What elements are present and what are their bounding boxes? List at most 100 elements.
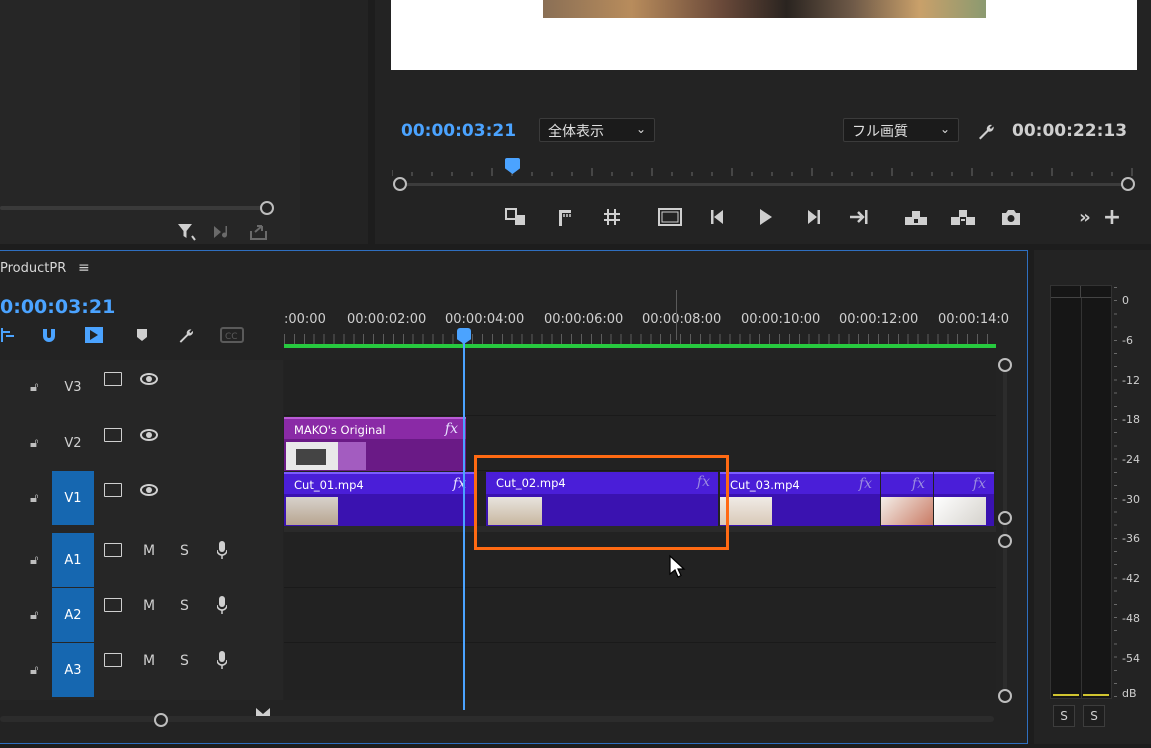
lift-icon[interactable] — [902, 205, 930, 229]
clip-makos-original[interactable]: MAKO's Original fx — [284, 417, 466, 471]
solo-right-button[interactable]: S — [1083, 705, 1105, 727]
annotation-highlight-box — [474, 455, 729, 550]
add-marker-icon[interactable] — [503, 205, 531, 229]
audio-only-icon[interactable] — [212, 222, 234, 242]
lock-icon[interactable]: 🔓︎ — [30, 553, 44, 569]
microphone-icon[interactable] — [216, 541, 228, 559]
fx-badge[interactable]: fx — [973, 476, 986, 492]
mute-button[interactable]: M — [143, 653, 155, 669]
collapse-tracks-icon[interactable] — [255, 702, 271, 716]
chevron-down-icon: ⌄ — [939, 122, 950, 136]
fx-badge[interactable]: fx — [859, 476, 872, 492]
play-icon[interactable] — [751, 205, 779, 229]
sync-lock-film-icon[interactable] — [104, 543, 122, 557]
eye-icon[interactable] — [140, 429, 158, 441]
mark-in-icon[interactable] — [551, 205, 579, 229]
timeline-horizontal-scrollbar[interactable] — [0, 716, 994, 722]
track-headers: 🔓︎ V3 🔓︎ V2 🔓︎ V1 🔓︎ A1 M S 🔓︎ A2 M S 🔓︎… — [0, 360, 283, 700]
clip-5[interactable]: fx — [934, 472, 994, 526]
microphone-icon[interactable] — [216, 596, 228, 614]
lock-icon[interactable]: 🔓︎ — [30, 436, 44, 452]
monitor-zoom-bar[interactable] — [400, 183, 1128, 186]
project-scroll-handle[interactable] — [260, 201, 274, 215]
video-preview-image — [543, 0, 986, 18]
lock-icon[interactable]: 🔓︎ — [30, 380, 44, 396]
sync-lock-film-icon[interactable] — [104, 483, 122, 497]
lock-icon[interactable]: 🔓︎ — [30, 491, 44, 507]
nest-tool-icon[interactable] — [0, 324, 20, 346]
track-label-a1[interactable]: A1 — [52, 533, 94, 587]
zoom-level-select[interactable]: 全体表示 ⌄ — [539, 118, 655, 142]
step-back-icon[interactable] — [704, 205, 732, 229]
solo-left-button[interactable]: S — [1053, 705, 1075, 727]
track-label-a3[interactable]: A3 — [52, 643, 94, 697]
lock-icon[interactable]: 🔓︎ — [30, 663, 44, 679]
ruler-label: 00:00:04:00 — [445, 312, 525, 327]
timeline-time-ruler[interactable]: :00:00 00:00:02:00 00:00:04:00 00:00:06:… — [284, 312, 1009, 328]
vscroll-handle-mid[interactable] — [998, 511, 1012, 525]
mute-button[interactable]: M — [143, 543, 155, 559]
sync-lock-film-icon[interactable] — [104, 372, 122, 386]
vscroll-handle-audio[interactable] — [998, 534, 1012, 548]
track-label-v1[interactable]: V1 — [52, 471, 94, 525]
fx-badge[interactable]: fx — [445, 421, 458, 437]
timeline-settings-wrench-icon[interactable] — [174, 324, 198, 346]
eye-icon[interactable] — [140, 373, 158, 385]
solo-button[interactable]: S — [180, 653, 189, 669]
monitor-time-ruler[interactable] — [391, 158, 1136, 176]
panel-menu-icon[interactable]: ≡ — [78, 260, 90, 276]
hscroll-handle[interactable] — [154, 713, 168, 727]
captions-cc-icon[interactable]: CC — [220, 324, 244, 346]
sequence-tab-title[interactable]: ProductPR — [0, 261, 66, 276]
fx-badge[interactable]: fx — [912, 476, 925, 492]
solo-button[interactable]: S — [180, 543, 189, 559]
db-label: -30 — [1122, 493, 1140, 506]
vscroll-handle-bottom[interactable] — [998, 689, 1012, 703]
track-divider — [284, 415, 996, 416]
safe-margins-icon[interactable] — [656, 205, 684, 229]
eye-icon[interactable] — [140, 484, 158, 496]
add-marker-timeline-icon[interactable] — [130, 324, 154, 346]
mark-out-grid-icon[interactable] — [598, 205, 626, 229]
track-label-a2[interactable]: A2 — [52, 588, 94, 642]
clip-cut-01[interactable]: Cut_01.mp4 fx — [284, 472, 474, 526]
sync-lock-film-icon[interactable] — [104, 653, 122, 667]
sync-lock-film-icon[interactable] — [104, 598, 122, 612]
track-label-v2[interactable]: V2 — [52, 416, 94, 470]
linked-selection-icon[interactable] — [82, 324, 106, 346]
mute-button[interactable]: M — [143, 598, 155, 614]
ruler-ticks — [284, 334, 996, 344]
monitor-zoom-handle-right[interactable] — [1121, 177, 1135, 191]
timeline-playhead-line[interactable] — [463, 340, 465, 710]
export-frame-camera-icon[interactable] — [997, 205, 1025, 229]
more-controls-icon[interactable]: » — [1071, 205, 1099, 229]
wrench-settings-icon[interactable] — [975, 120, 997, 142]
solo-button[interactable]: S — [180, 598, 189, 614]
lock-icon[interactable]: 🔓︎ — [30, 608, 44, 624]
snap-magnet-icon[interactable] — [37, 324, 61, 346]
sync-lock-film-icon[interactable] — [104, 428, 122, 442]
extract-icon[interactable] — [949, 205, 977, 229]
vscroll-handle-top[interactable] — [998, 358, 1012, 372]
timeline-vertical-scrollbar[interactable] — [1003, 360, 1007, 700]
svg-text:CC: CC — [225, 332, 238, 342]
meter-peak-left — [1051, 286, 1081, 298]
go-to-out-icon[interactable] — [845, 205, 873, 229]
playhead-timecode[interactable]: 00:00:03:21 — [401, 121, 516, 141]
timeline-timecode[interactable]: 0:00:03:21 — [0, 296, 115, 318]
microphone-icon[interactable] — [216, 651, 228, 669]
track-divider — [284, 642, 996, 643]
button-editor-plus-icon[interactable]: + — [1098, 205, 1126, 230]
track-label-v3[interactable]: V3 — [52, 360, 94, 414]
playback-resolution-select[interactable]: フル画質 ⌄ — [843, 118, 959, 142]
ruler-label: 00:00:12:00 — [839, 312, 919, 327]
clip-cut-03[interactable]: Cut_03.mp4 fx — [720, 472, 880, 526]
monitor-zoom-handle-left[interactable] — [393, 177, 407, 191]
work-area-bar[interactable] — [284, 344, 996, 348]
step-forward-icon[interactable] — [799, 205, 827, 229]
ruler-label: 00:00:10:00 — [741, 312, 821, 327]
filter-icon[interactable] — [176, 222, 198, 242]
export-icon[interactable] — [248, 222, 270, 242]
project-horizontal-scrollbar[interactable] — [0, 206, 270, 210]
clip-4[interactable]: fx — [881, 472, 933, 526]
